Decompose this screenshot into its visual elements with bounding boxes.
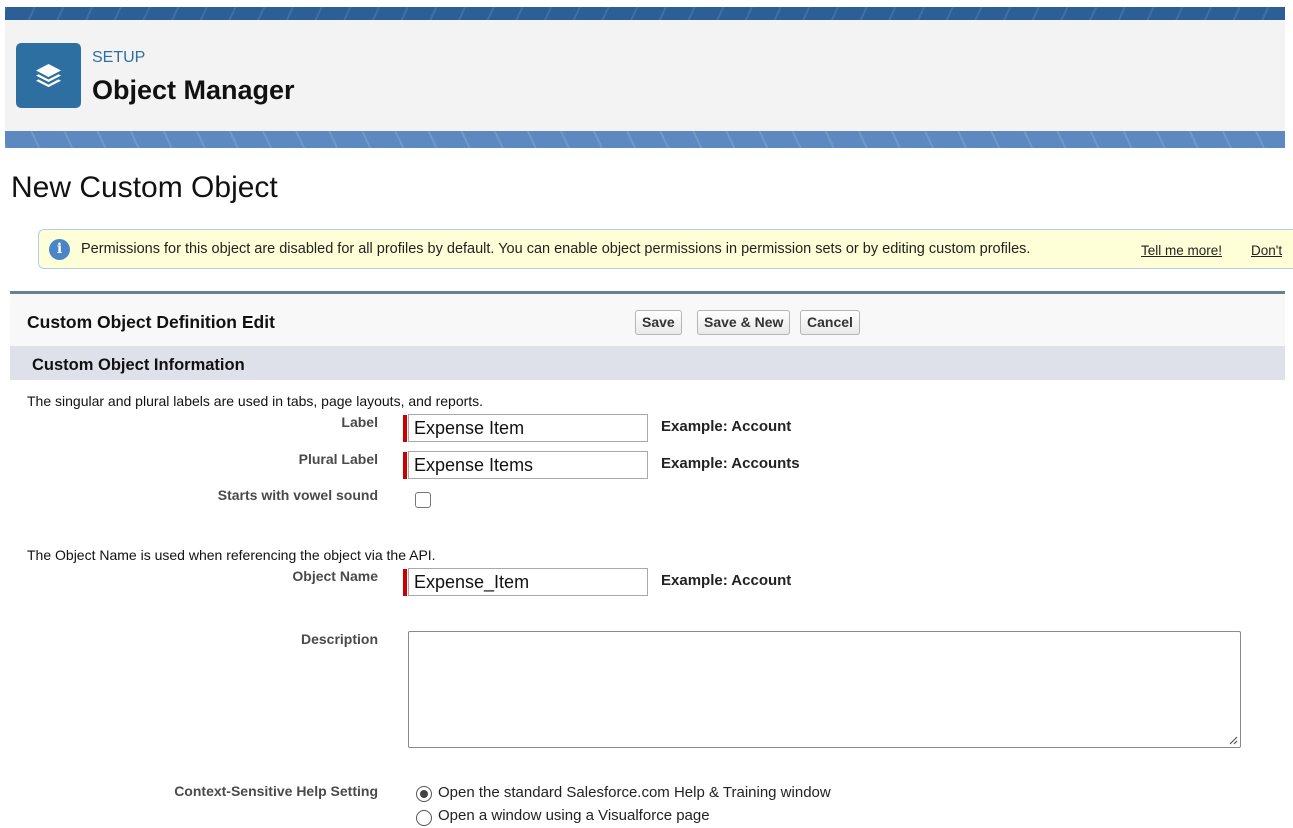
tell-me-more-link[interactable]: Tell me more!: [1141, 243, 1222, 258]
api-description: The Object Name is used when referencing…: [27, 547, 436, 563]
help-visualforce-label[interactable]: Open a window using a Visualforce page: [438, 807, 710, 824]
save-button[interactable]: Save: [635, 310, 682, 335]
page-title: New Custom Object: [11, 171, 278, 204]
cancel-button[interactable]: Cancel: [800, 310, 860, 335]
vowel-sound-field-label: Starts with vowel sound: [217, 487, 378, 503]
label-input[interactable]: [408, 414, 648, 442]
description-field-label: Description: [300, 631, 378, 647]
setup-breadcrumb[interactable]: SETUP: [92, 49, 145, 67]
labels-description: The singular and plural labels are used …: [27, 393, 484, 409]
info-icon: i: [49, 239, 70, 260]
section-header: Custom Object Information: [10, 347, 1285, 380]
page-header: SETUP Object Manager: [5, 20, 1285, 131]
panel-header: Custom Object Definition Edit Save Save …: [10, 294, 1285, 347]
object-name-field-label: Object Name: [292, 568, 378, 584]
object-name-input[interactable]: [408, 568, 648, 596]
resize-grip-icon[interactable]: [1228, 735, 1238, 745]
vowel-sound-checkbox[interactable]: [415, 492, 431, 508]
custom-object-edit-panel: Custom Object Definition Edit Save Save …: [10, 291, 1285, 828]
plural-label-field-label: Plural Label: [298, 451, 378, 467]
layers-icon: [36, 64, 61, 88]
help-visualforce-radio[interactable]: [416, 810, 432, 826]
info-banner-text: Permissions for this object are disabled…: [81, 241, 1031, 257]
save-and-new-button[interactable]: Save & New: [697, 310, 791, 335]
plural-label-example: Example: Accounts: [661, 455, 800, 472]
required-marker: [403, 452, 407, 479]
header-bottom-band: [5, 131, 1285, 148]
section-title: Custom Object Information: [32, 356, 245, 374]
help-setting-field-label: Context-Sensitive Help Setting: [174, 783, 378, 799]
header-top-band: [5, 7, 1285, 20]
header-title: Object Manager: [92, 75, 295, 105]
label-field-label: Label: [341, 414, 378, 430]
required-marker: [403, 569, 407, 596]
description-textarea[interactable]: [408, 631, 1241, 748]
panel-title: Custom Object Definition Edit: [27, 312, 275, 332]
info-banner: i Permissions for this object are disabl…: [38, 229, 1293, 269]
help-standard-label[interactable]: Open the standard Salesforce.com Help & …: [438, 784, 831, 801]
dont-show-link[interactable]: Don't: [1251, 243, 1282, 258]
label-example: Example: Account: [661, 418, 792, 435]
object-manager-icon: [16, 43, 81, 108]
required-marker: [403, 415, 407, 442]
help-standard-radio[interactable]: [416, 786, 432, 802]
plural-label-input[interactable]: [408, 451, 648, 479]
object-name-example: Example: Account: [661, 572, 792, 589]
